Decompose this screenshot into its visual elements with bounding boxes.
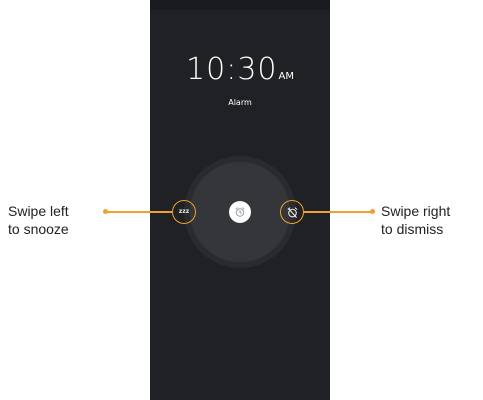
clock-time: 10:30 — [186, 52, 278, 87]
dismiss-callout-line — [304, 211, 372, 213]
snooze-callout-line — [106, 211, 172, 213]
clock-display: 10:30AM — [150, 52, 330, 87]
snooze-callout-line1: Swipe left — [8, 203, 69, 219]
alarm-off-icon — [287, 206, 297, 218]
snooze-icon: zzz — [178, 208, 190, 215]
alarm-clock-icon — [235, 207, 245, 217]
dismiss-callout-line1: Swipe right — [381, 203, 451, 219]
dismiss-callout-line2: to dismiss — [381, 221, 444, 237]
alarm-label: Alarm — [228, 98, 252, 107]
snooze-callout-line2: to snooze — [8, 221, 69, 237]
dismiss-callout-dot — [370, 209, 375, 214]
clock-ampm: AM — [278, 71, 294, 82]
snooze-button[interactable]: zzz — [172, 200, 196, 224]
snooze-callout: Swipe left to snooze — [8, 202, 69, 238]
dismiss-button[interactable] — [280, 200, 304, 224]
status-bar — [150, 0, 330, 10]
alarm-swipe-handle[interactable] — [229, 201, 251, 223]
dismiss-callout: Swipe right to dismiss — [381, 202, 450, 238]
